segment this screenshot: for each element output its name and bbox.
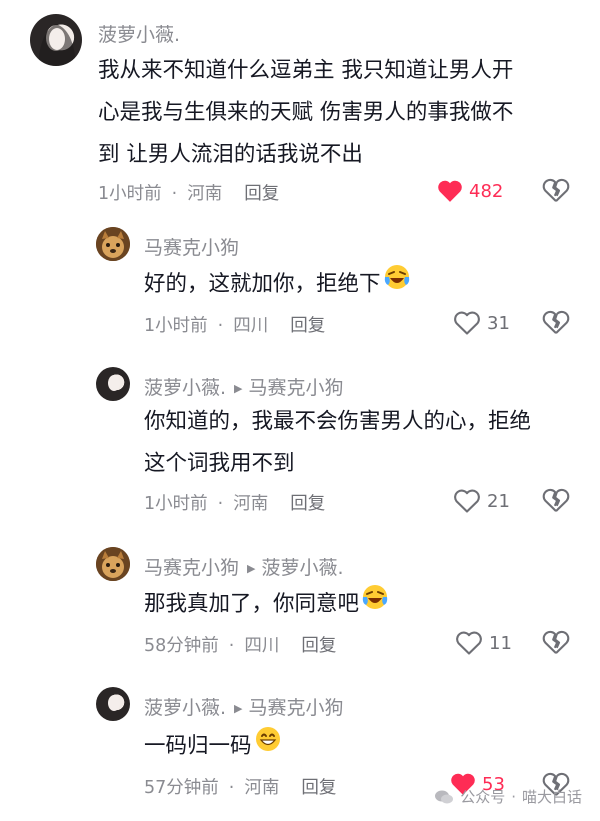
comment-text: 一码归一码 xyxy=(144,725,282,768)
avatar[interactable] xyxy=(96,547,130,581)
comment-meta: 57分钟前 · 河南 回复 xyxy=(144,774,336,799)
dislike-button[interactable] xyxy=(542,629,570,659)
reply-button[interactable]: 回复 xyxy=(290,316,325,336)
comment-username[interactable]: 菠萝小薇. ▶ 马赛克小狗 xyxy=(144,693,344,720)
broken-heart-icon xyxy=(542,488,570,512)
reply-target[interactable]: 马赛克小狗 xyxy=(249,377,344,399)
like-count: 482 xyxy=(469,180,504,202)
smiling-emoji-icon xyxy=(254,725,282,768)
heart-outline-icon xyxy=(454,311,480,335)
avatar[interactable] xyxy=(30,14,82,66)
comment-meta: 1小时前 · 四川 回复 xyxy=(144,312,325,337)
dislike-button[interactable] xyxy=(542,487,570,517)
dog-avatar-icon xyxy=(96,227,130,261)
heart-filled-icon xyxy=(438,180,462,202)
comment-time: 1小时前 xyxy=(144,316,208,336)
comment-username[interactable]: 马赛克小狗 xyxy=(144,233,239,260)
comment-text-line: 你知道的，我最不会伤害男人的心，拒绝 xyxy=(144,409,532,434)
comment-text-body: 好的，这就加你，拒绝下 xyxy=(144,271,381,297)
comment-text-line: 心是我与生俱来的天赋 伤害男人的事我做不 xyxy=(98,100,514,125)
comment-time: 58分钟前 xyxy=(144,636,219,656)
comment-time: 1小时前 xyxy=(144,494,208,514)
avatar-portrait-icon xyxy=(108,695,120,711)
comment-meta: 58分钟前 · 四川 回复 xyxy=(144,632,336,657)
comment-text-line: 这个词我用不到 xyxy=(144,451,295,476)
separator-dot: · xyxy=(171,184,178,204)
reply-button[interactable]: 回复 xyxy=(301,636,336,656)
watermark: 公众号 · 喵大白话 xyxy=(434,786,582,807)
avatar[interactable] xyxy=(96,227,130,261)
comment-4: 马赛克小狗 ▶ 菠萝小薇. 那我真加了，你同意吧 58分钟前 · 四川 回复 11 xyxy=(0,535,600,675)
comment-text: 那我真加了，你同意吧 xyxy=(144,583,389,626)
comment-location: 河南 xyxy=(244,778,280,798)
comment-username[interactable]: 菠萝小薇. ▶ 马赛克小狗 xyxy=(144,373,344,400)
comment-text: 你知道的，我最不会伤害男人的心，拒绝 这个词我用不到 xyxy=(144,401,584,485)
comment-text-body: 一码归一码 xyxy=(144,733,252,759)
watermark-left: 公众号 xyxy=(460,788,506,806)
like-count: 31 xyxy=(487,312,510,334)
watermark-right: 喵大白话 xyxy=(521,788,582,806)
broken-heart-icon xyxy=(542,178,570,202)
separator-dot: · xyxy=(228,636,235,656)
separator-dot: · xyxy=(217,494,224,514)
comment-location: 四川 xyxy=(233,316,269,336)
comment-meta: 1小时前 · 河南 回复 xyxy=(98,180,279,205)
heart-outline-icon xyxy=(456,631,482,655)
avatar-portrait-icon xyxy=(108,375,120,391)
reply-button[interactable]: 回复 xyxy=(244,184,279,204)
comment-text-line: 到 让男人流泪的话我说不出 xyxy=(98,142,363,167)
dislike-button[interactable] xyxy=(542,309,570,339)
comment-3: 菠萝小薇. ▶ 马赛克小狗 你知道的，我最不会伤害男人的心，拒绝 这个词我用不到 1… xyxy=(0,355,600,535)
comment-username[interactable]: 马赛克小狗 ▶ 菠萝小薇. xyxy=(144,553,344,580)
watermark-separator: · xyxy=(511,787,516,806)
like-count: 21 xyxy=(487,490,510,512)
dog-avatar-icon xyxy=(96,547,130,581)
reply-arrow-icon: ▶ xyxy=(247,562,256,575)
comment-text-body: 那我真加了，你同意吧 xyxy=(144,591,360,617)
comment-username[interactable]: 菠萝小薇. xyxy=(98,20,180,47)
reply-button[interactable]: 回复 xyxy=(290,494,325,514)
comment-time: 57分钟前 xyxy=(144,778,219,798)
comment-text: 好的，这就加你，拒绝下 xyxy=(144,263,411,306)
like-count: 11 xyxy=(489,632,512,654)
comment-1: 菠萝小薇. 我从来不知道什么逗弟主 我只知道让男人开 心是我与生俱来的天赋 伤害… xyxy=(0,0,600,215)
comment-text-line: 我从来不知道什么逗弟主 我只知道让男人开 xyxy=(98,58,514,83)
comment-location: 四川 xyxy=(244,636,280,656)
broken-heart-icon xyxy=(542,310,570,334)
like-button[interactable]: 31 xyxy=(453,310,510,336)
comment-time: 1小时前 xyxy=(98,184,162,204)
reply-target[interactable]: 菠萝小薇. xyxy=(261,557,343,579)
comment-location: 河南 xyxy=(233,494,269,514)
comment-2: 马赛克小狗 好的，这就加你，拒绝下 1小时前 · 四川 回复 31 xyxy=(0,215,600,355)
like-button[interactable]: 11 xyxy=(455,630,512,656)
reply-author[interactable]: 菠萝小薇. xyxy=(144,697,226,719)
avatar-portrait-icon xyxy=(38,24,76,66)
reply-author[interactable]: 马赛克小狗 xyxy=(144,557,239,579)
reply-arrow-icon: ▶ xyxy=(234,382,243,395)
avatar[interactable] xyxy=(96,367,130,401)
separator-dot: · xyxy=(217,316,224,336)
crying-laughing-emoji-icon xyxy=(361,583,389,626)
reply-target[interactable]: 马赛克小狗 xyxy=(249,697,344,719)
comment-location: 河南 xyxy=(187,184,223,204)
wechat-icon xyxy=(435,790,454,803)
comment-meta: 1小时前 · 河南 回复 xyxy=(144,490,325,515)
broken-heart-icon xyxy=(542,630,570,654)
dislike-button[interactable] xyxy=(542,177,570,207)
reply-author[interactable]: 菠萝小薇. xyxy=(144,377,226,399)
avatar[interactable] xyxy=(96,687,130,721)
separator-dot: · xyxy=(228,778,235,798)
reply-arrow-icon: ▶ xyxy=(234,702,243,715)
crying-laughing-emoji-icon xyxy=(383,263,411,306)
like-button[interactable]: 482 xyxy=(437,179,503,203)
reply-button[interactable]: 回复 xyxy=(301,778,336,798)
heart-outline-icon xyxy=(454,489,480,513)
comment-text: 我从来不知道什么逗弟主 我只知道让男人开 心是我与生俱来的天赋 伤害男人的事我做… xyxy=(98,50,578,176)
like-button[interactable]: 21 xyxy=(453,488,510,514)
